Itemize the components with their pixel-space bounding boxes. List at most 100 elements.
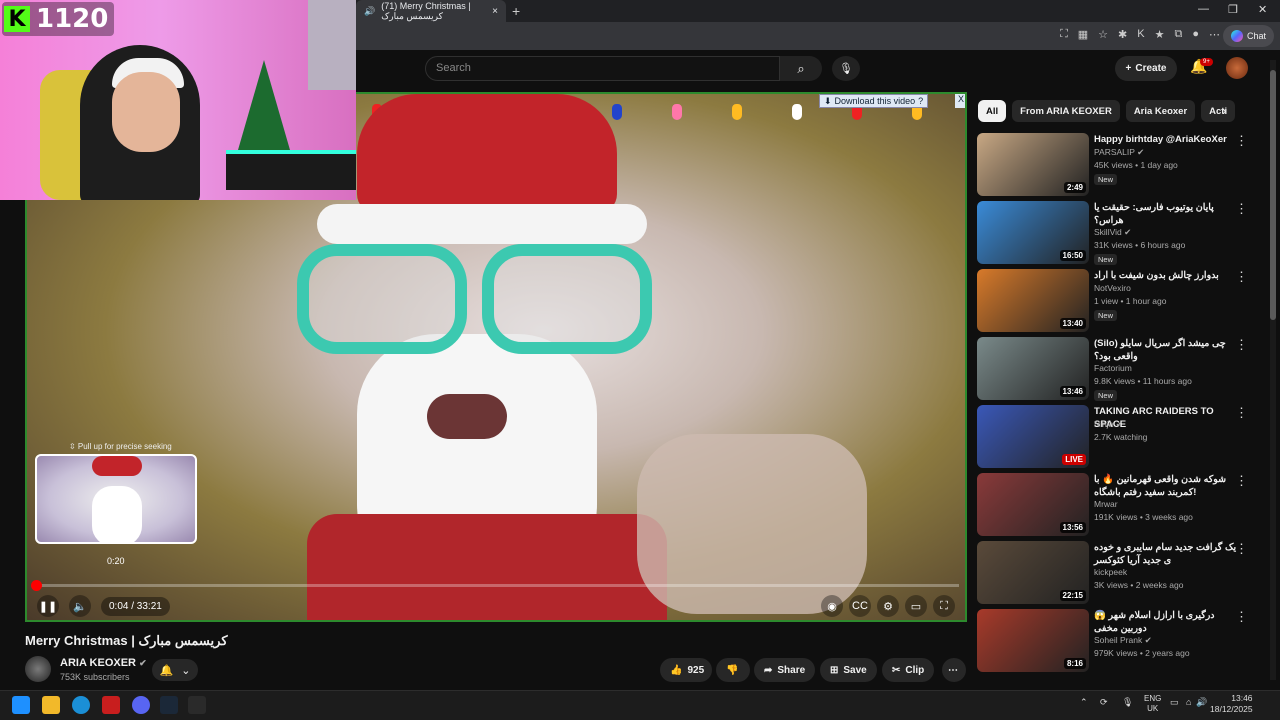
profile-icon[interactable]: ●	[1192, 28, 1199, 41]
video-thumbnail[interactable]: 22:15	[977, 541, 1089, 604]
tray-sync-icon[interactable]: ⟳	[1100, 697, 1108, 708]
video-thumbnail[interactable]: 13:56	[977, 473, 1089, 536]
app-icon-red[interactable]	[102, 696, 120, 714]
display-icon[interactable]: ▭	[1170, 697, 1179, 708]
more-vertical-icon[interactable]: ⋮	[1235, 405, 1248, 421]
recommendation-channel[interactable]: Soheil Prank ✔	[1094, 635, 1152, 646]
recommendation-title[interactable]: Happy birhtday @AriaKeoXer	[1094, 133, 1242, 146]
file-explorer-icon[interactable]	[42, 696, 60, 714]
like-button[interactable]: 👍 925	[660, 658, 712, 682]
recommendation-channel[interactable]: PARSALIP ✔	[1094, 147, 1144, 158]
search-button[interactable]: ⌕	[780, 56, 822, 81]
more-vertical-icon[interactable]: ⋮	[1235, 473, 1248, 489]
more-vertical-icon[interactable]: ⋮	[1235, 201, 1248, 217]
dislike-button[interactable]: 👎	[716, 658, 750, 682]
miniplayer-button[interactable]: ▭	[905, 595, 927, 617]
recommendation-item[interactable]: 13:46 (Silo) چی میشد اگر سریال سایلو واقع…	[977, 337, 1267, 401]
search-input[interactable]: Search	[425, 56, 780, 81]
video-thumbnail[interactable]: 2:49	[977, 133, 1089, 196]
settings-button[interactable]: ⚙	[877, 595, 899, 617]
recommendation-channel[interactable]: Ninja ✔	[1094, 419, 1123, 430]
browser-tab[interactable]: 🔊 (71) Merry Christmas | کریسمس مبارک ×	[356, 0, 506, 22]
recommendation-item[interactable]: 16:50 پایان یوتیوب فارسی: حقیقت یا هراس؟ S…	[977, 201, 1267, 265]
recommendation-channel[interactable]: NotVexiro	[1094, 283, 1131, 293]
collections-icon[interactable]: ⧉	[1174, 28, 1182, 41]
translate-icon[interactable]: ⛶	[1060, 28, 1068, 41]
steam-icon[interactable]	[160, 696, 178, 714]
more-icon[interactable]: ⋯	[1209, 28, 1220, 41]
scrubber-handle[interactable]	[31, 580, 42, 591]
chevron-right-icon[interactable]: ›	[1222, 103, 1226, 118]
download-close-button[interactable]: X	[955, 94, 965, 108]
download-help-icon[interactable]: ?	[918, 96, 923, 106]
more-vertical-icon[interactable]: ⋮	[1235, 337, 1248, 353]
system-clock[interactable]: 13:46 18/12/2025	[1210, 693, 1253, 715]
channel-name[interactable]: ARIA KEOXER ✔	[60, 657, 147, 669]
recommendation-title[interactable]: یک گرافت جدید سام سایبری و خوده ی جدید آ…	[1094, 541, 1242, 567]
fullscreen-button[interactable]: ⛶	[933, 595, 955, 617]
save-button[interactable]: ⊞ Save	[820, 658, 877, 682]
video-thumbnail[interactable]: 16:50	[977, 201, 1089, 264]
network-icon[interactable]: ⌂	[1186, 697, 1191, 707]
close-window-button[interactable]: ✕	[1258, 3, 1267, 16]
minimize-button[interactable]: —	[1198, 3, 1209, 15]
windows-start-icon[interactable]	[12, 696, 30, 714]
recommendation-channel[interactable]: Factorium	[1094, 363, 1132, 373]
new-tab-button[interactable]: +	[512, 3, 520, 19]
video-thumbnail[interactable]: 13:40	[977, 269, 1089, 332]
channel-avatar[interactable]	[25, 656, 51, 682]
extensions-icon[interactable]: ✱	[1118, 28, 1127, 41]
filter-chip[interactable]: Acti	[1201, 100, 1236, 122]
more-vertical-icon[interactable]: ⋮	[1235, 609, 1248, 625]
favorites-icon[interactable]: ★	[1155, 28, 1165, 41]
filter-chip[interactable]: From ARIA KEOXER	[1012, 100, 1120, 122]
recommendation-channel[interactable]: SkillVid ✔	[1094, 227, 1131, 238]
edge-browser-icon[interactable]	[72, 696, 90, 714]
volume-button[interactable]: 🔈	[69, 595, 91, 617]
recommendation-title[interactable]: درگیری با ارازل اسلام شهر 😱 دوربین مخفی	[1094, 609, 1242, 635]
discord-icon[interactable]	[132, 696, 150, 714]
filter-chip[interactable]: Aria Keoxer	[1125, 100, 1196, 122]
share-button[interactable]: ➦ Share	[754, 658, 816, 682]
kick-extension-icon[interactable]: K	[1137, 28, 1144, 41]
account-avatar[interactable]	[1226, 57, 1248, 79]
favorite-star-icon[interactable]: ☆	[1098, 28, 1108, 41]
speaker-volume-icon[interactable]: 🔊	[1196, 697, 1207, 708]
recommendation-title[interactable]: (Silo) چی میشد اگر سریال سایلو واقعی بود…	[1094, 337, 1242, 363]
more-vertical-icon[interactable]: ⋮	[1235, 133, 1248, 149]
video-thumbnail[interactable]: LIVE	[977, 405, 1089, 468]
recommendation-title[interactable]: شوکه شدن واقعی قهرمانین 🔥 با کمربند سفید…	[1094, 473, 1242, 499]
reader-icon[interactable]: ▦	[1078, 28, 1088, 41]
recommendation-item[interactable]: LIVE TAKING ARC RAIDERS TO SPACE Ninja ✔ 2.…	[977, 405, 1267, 469]
autoplay-toggle[interactable]: ◉	[821, 595, 843, 617]
tab-close-icon[interactable]: ×	[492, 6, 498, 17]
create-button[interactable]: + Create	[1115, 56, 1177, 81]
recommendation-item[interactable]: 2:49 Happy birhtday @AriaKeoXer PARSALIP ✔…	[977, 133, 1267, 197]
language-indicator[interactable]: ENG UK	[1144, 694, 1161, 714]
download-video-button[interactable]: ⬇ Download this video ?	[819, 94, 929, 108]
recommendation-item[interactable]: 13:56 شوکه شدن واقعی قهرمانین 🔥 با کمربند…	[977, 473, 1267, 537]
voice-search-button[interactable]: 🎙	[832, 56, 860, 81]
captions-button[interactable]: CC	[849, 595, 871, 617]
recommendation-channel[interactable]: kickpeek	[1094, 567, 1127, 577]
video-thumbnail[interactable]: 8:16	[977, 609, 1089, 672]
progress-bar[interactable]	[37, 584, 959, 587]
copilot-chat-button[interactable]: Chat	[1222, 25, 1274, 47]
tray-overflow-icon[interactable]: ⌃	[1080, 697, 1088, 708]
speaker-icon[interactable]: 🔊	[364, 6, 375, 17]
more-actions-button[interactable]: ⋯	[942, 658, 966, 682]
pen-app-icon[interactable]	[188, 696, 206, 714]
recommendation-title[interactable]: پایان یوتیوب فارسی: حقیقت یا هراس؟	[1094, 201, 1242, 227]
recommendation-item[interactable]: 8:16 درگیری با ارازل اسلام شهر 😱 دوربین م…	[977, 609, 1267, 673]
scrollbar-thumb[interactable]	[1270, 70, 1276, 320]
maximize-button[interactable]: ❐	[1228, 3, 1238, 16]
filter-chip[interactable]: All	[978, 100, 1007, 122]
recommendation-channel[interactable]: Mrwar	[1094, 499, 1118, 509]
clip-button[interactable]: ✂ Clip	[882, 658, 935, 682]
recommendation-title[interactable]: بدوارز چالش بدون شیفت با اراد	[1094, 269, 1242, 282]
tray-mic-icon[interactable]: 🎙	[1122, 697, 1133, 708]
more-vertical-icon[interactable]: ⋮	[1235, 269, 1248, 285]
more-vertical-icon[interactable]: ⋮	[1235, 541, 1248, 557]
pause-button[interactable]: ❚❚	[37, 595, 59, 617]
video-thumbnail[interactable]: 13:46	[977, 337, 1089, 400]
